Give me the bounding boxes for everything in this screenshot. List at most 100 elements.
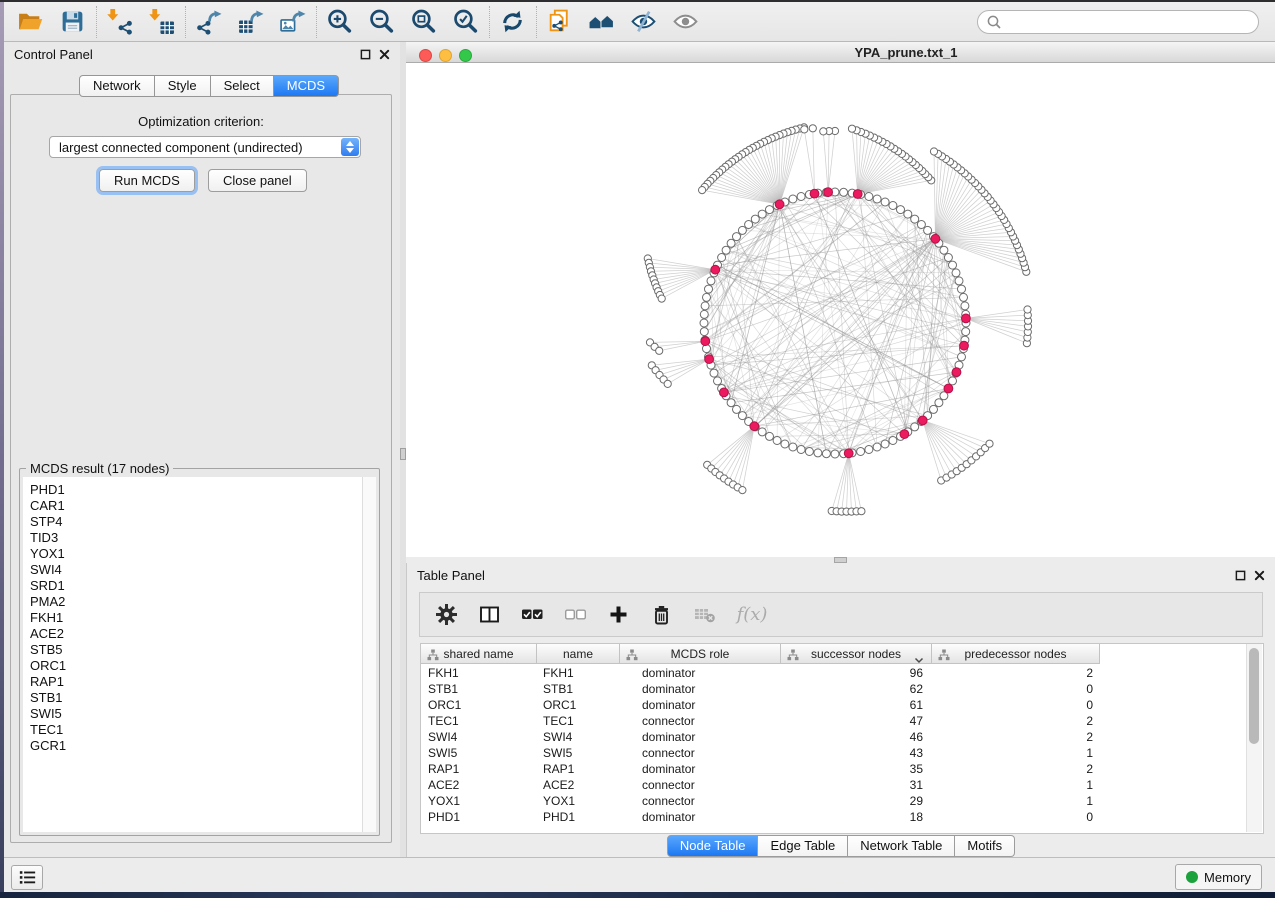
table-row[interactable]: ACE2ACE2connector311	[421, 777, 1247, 793]
table-row[interactable]: FKH1FKH1dominator962	[421, 665, 1247, 681]
cell: 2	[932, 713, 1100, 729]
table-row[interactable]: PHD1PHD1dominator180	[421, 809, 1247, 825]
network-view-canvas[interactable]	[406, 63, 1275, 557]
cell: 46	[781, 729, 932, 745]
table-row[interactable]: ORC1ORC1dominator610	[421, 697, 1247, 713]
split-columns-icon[interactable]	[477, 603, 501, 627]
float-window-icon[interactable]	[1235, 570, 1246, 581]
criterion-dropdown[interactable]: largest connected component (undirected)	[49, 136, 361, 158]
mcds-result-item[interactable]: CAR1	[30, 498, 362, 514]
table-row[interactable]: YOX1YOX1connector291	[421, 793, 1247, 809]
column-header-MCDS-role[interactable]: MCDS role	[620, 644, 781, 664]
export-image-icon[interactable]	[278, 7, 306, 37]
float-window-icon[interactable]	[360, 49, 371, 60]
mcds-result-item[interactable]: RAP1	[30, 674, 362, 690]
import-network-icon[interactable]	[105, 7, 133, 37]
mcds-result-item[interactable]: SRD1	[30, 578, 362, 594]
mcds-result-item[interactable]: STB5	[30, 642, 362, 658]
mcds-result-item[interactable]: TEC1	[30, 722, 362, 738]
cell: connector	[620, 777, 781, 793]
mcds-result-item[interactable]: FKH1	[30, 610, 362, 626]
mcds-result-item[interactable]: YOX1	[30, 546, 362, 562]
network-window-title: YPA_prune.txt_1	[766, 45, 1046, 60]
task-history-button[interactable]	[11, 865, 43, 890]
tab-node-table[interactable]: Node Table	[667, 835, 759, 857]
column-header-name[interactable]: name	[537, 644, 620, 664]
window-zoom-traffic-light[interactable]	[459, 49, 472, 62]
cell: dominator	[620, 681, 781, 697]
home-view-icon[interactable]	[587, 7, 615, 37]
memory-button[interactable]: Memory	[1175, 864, 1262, 890]
scrollbar-thumb[interactable]	[1249, 648, 1259, 744]
close-panel-icon[interactable]	[1254, 570, 1265, 581]
mcds-result-item[interactable]: ACE2	[30, 626, 362, 642]
mcds-result-item[interactable]: PHD1	[30, 482, 362, 498]
hide-selected-icon[interactable]	[629, 7, 657, 37]
cell: 2	[932, 665, 1100, 681]
table-row[interactable]: TEC1TEC1connector472	[421, 713, 1247, 729]
toolbar-separator	[185, 6, 186, 38]
mcds-result-item[interactable]: TID3	[30, 530, 362, 546]
deselect-all-icon[interactable]	[563, 603, 587, 627]
mcds-result-item[interactable]: SWI4	[30, 562, 362, 578]
export-table-icon[interactable]	[236, 7, 264, 37]
tab-motifs[interactable]: Motifs	[955, 835, 1015, 857]
tab-mcds[interactable]: MCDS	[274, 75, 339, 97]
zoom-selected-icon[interactable]	[451, 7, 479, 37]
table-row[interactable]: SWI4SWI4dominator462	[421, 729, 1247, 745]
column-header-shared-name[interactable]: shared name	[421, 644, 537, 664]
export-network-icon[interactable]	[194, 7, 222, 37]
tab-network[interactable]: Network	[79, 75, 155, 97]
select-all-icon[interactable]	[520, 603, 544, 627]
mcds-result-item[interactable]: STP4	[30, 514, 362, 530]
settings-gear-icon[interactable]	[434, 603, 458, 627]
table-row[interactable]: RAP1RAP1dominator352	[421, 761, 1247, 777]
cell: 62	[781, 681, 932, 697]
import-table-icon[interactable]	[147, 7, 175, 37]
cell: YOX1	[537, 793, 620, 809]
mcds-list-scrollbar[interactable]	[362, 477, 376, 832]
tab-style[interactable]: Style	[155, 75, 211, 97]
main-toolbar	[4, 2, 1275, 42]
search-field[interactable]	[977, 10, 1259, 34]
zoom-fit-icon[interactable]	[409, 7, 437, 37]
mcds-result-item[interactable]: ORC1	[30, 658, 362, 674]
column-header-predecessor-nodes[interactable]: predecessor nodes	[932, 644, 1100, 664]
table-row[interactable]: SWI5SWI5connector431	[421, 745, 1247, 761]
duplicate-network-icon[interactable]	[545, 7, 573, 37]
open-file-icon[interactable]	[16, 7, 44, 37]
table-vertical-scrollbar[interactable]	[1246, 644, 1262, 832]
table-panel-title: Table Panel	[417, 568, 485, 583]
mcds-result-item[interactable]: PMA2	[30, 594, 362, 610]
column-header-successor-nodes[interactable]: successor nodes	[781, 644, 932, 664]
refresh-icon[interactable]	[498, 7, 526, 37]
window-close-traffic-light[interactable]	[419, 49, 432, 62]
dropdown-stepper-icon[interactable]	[341, 138, 359, 156]
mcds-result-list[interactable]: PHD1CAR1STP4TID3YOX1SWI4SRD1PMA2FKH1ACE2…	[23, 477, 362, 832]
tab-network-table[interactable]: Network Table	[848, 835, 955, 857]
zoom-in-icon[interactable]	[325, 7, 353, 37]
window-minimize-traffic-light[interactable]	[439, 49, 452, 62]
network-graph[interactable]	[406, 63, 1275, 557]
mcds-result-item[interactable]: SWI5	[30, 706, 362, 722]
cell: 1	[932, 777, 1100, 793]
mcds-result-item[interactable]: STB1	[30, 690, 362, 706]
mcds-result-item[interactable]: GCR1	[30, 738, 362, 754]
close-panel-button[interactable]: Close panel	[208, 169, 307, 192]
run-mcds-button[interactable]: Run MCDS	[99, 169, 195, 192]
tab-edge-table[interactable]: Edge Table	[758, 835, 848, 857]
zoom-out-icon[interactable]	[367, 7, 395, 37]
toolbar-separator	[536, 6, 537, 38]
search-icon	[986, 14, 1002, 30]
add-column-icon[interactable]	[606, 603, 630, 627]
cell: 47	[781, 713, 932, 729]
search-input[interactable]	[1002, 12, 1258, 32]
table-row[interactable]: STB1STB1dominator620	[421, 681, 1247, 697]
save-icon[interactable]	[58, 7, 86, 37]
close-panel-icon[interactable]	[379, 49, 390, 60]
delete-column-icon[interactable]	[649, 603, 673, 627]
cell: ACE2	[537, 777, 620, 793]
tab-select[interactable]: Select	[211, 75, 274, 97]
cell: SWI5	[421, 745, 537, 761]
table-panel-tabs: Node TableEdge TableNetwork TableMotifs	[407, 835, 1275, 855]
